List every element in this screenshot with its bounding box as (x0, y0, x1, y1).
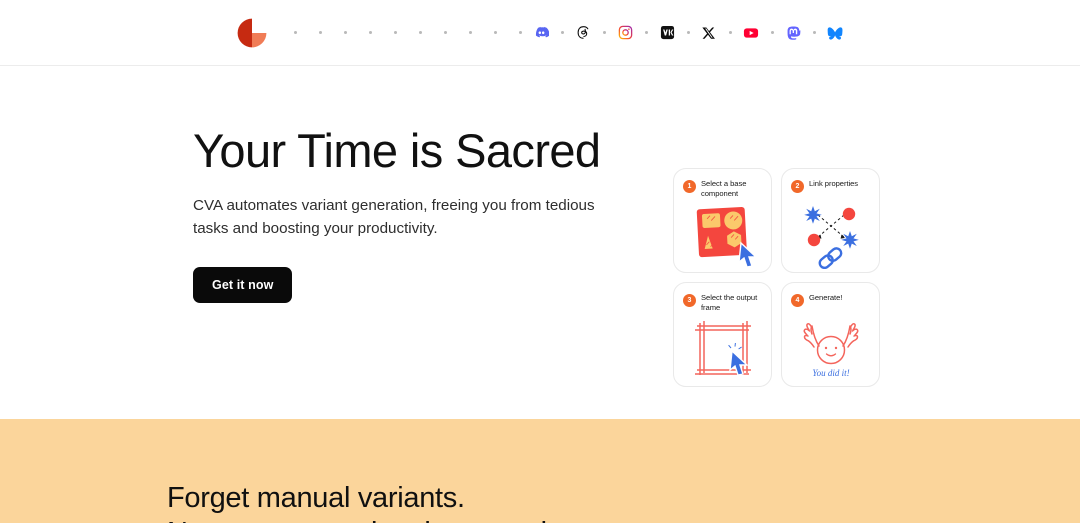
link-properties-art (782, 202, 879, 269)
output-frame-art (674, 316, 771, 382)
step-card-header: 4 Generate! (782, 283, 879, 307)
discord-icon[interactable] (533, 24, 550, 41)
nav-separator-dot (418, 31, 422, 34)
nav-separator-dot (770, 31, 774, 34)
mastodon-icon[interactable] (785, 24, 802, 41)
step-number-badge: 1 (683, 180, 696, 193)
step-card-2[interactable]: 2 Link properties (781, 168, 880, 273)
nav-separator-dot (644, 31, 648, 34)
nav-separator-dot (468, 31, 472, 34)
nav-separator-dot (560, 31, 564, 34)
hero-subtitle: CVA automates variant generation, freein… (193, 196, 595, 237)
step-number-badge: 2 (791, 180, 804, 193)
vk-icon[interactable] (659, 24, 676, 41)
step-number-badge: 4 (791, 294, 804, 307)
site-header (0, 0, 1080, 66)
step-number-badge: 3 (683, 294, 696, 307)
instagram-icon[interactable] (617, 24, 634, 41)
threads-icon[interactable] (575, 24, 592, 41)
step-card-4[interactable]: 4 Generate! You did it! (781, 282, 880, 387)
band-heading-line-1: Forget manual variants. (167, 482, 465, 514)
value-prop-band: Forget manual variants. No more manual v… (0, 419, 1080, 523)
get-it-now-button[interactable]: Get it now (193, 266, 293, 303)
step-card-header: 1 Select a base component (674, 169, 771, 199)
base-component-art (674, 202, 771, 268)
generate-art: You did it! (782, 316, 879, 382)
x-twitter-icon[interactable] (701, 24, 718, 41)
hero-section: Your Time is Sacred CVA automates varian… (0, 66, 1080, 419)
cva-logo[interactable] (237, 18, 267, 48)
step-card-label: Select the output frame (701, 293, 758, 313)
steps-card-grid: 1 Select a base component 2 Link propert… (673, 168, 880, 387)
step-card-label: Select a base component (701, 179, 747, 199)
step-card-header: 2 Link properties (782, 169, 879, 193)
step-card-header: 3 Select the output frame (674, 283, 771, 313)
youtube-icon[interactable] (743, 24, 760, 41)
step-card-3[interactable]: 3 Select the output frame (673, 282, 772, 387)
nav-separator-dot (368, 31, 372, 34)
band-heading-line-2: No more manual variant creation (167, 516, 579, 523)
nav-separator-dot (812, 31, 816, 34)
step-card-label: Link properties (809, 179, 859, 188)
bluesky-icon[interactable] (827, 24, 844, 41)
header-nav-strip (237, 18, 844, 48)
step-card-1[interactable]: 1 Select a base component (673, 168, 772, 273)
nav-separator-dot (318, 31, 322, 34)
step-card-label: Generate! (809, 293, 843, 302)
nav-separator-dot (393, 31, 397, 34)
nav-separator-dot (728, 31, 732, 34)
page-title: Your Time is Sacred (193, 124, 601, 177)
nav-separator-dot (343, 31, 347, 34)
nav-separator-dot (602, 31, 606, 34)
generate-caption: You did it! (812, 368, 849, 378)
nav-separator-dot (293, 31, 297, 34)
band-heading: Forget manual variants. No more manual v… (167, 481, 579, 523)
nav-separator-dot (686, 31, 690, 34)
nav-separator-dot (493, 31, 497, 34)
hero-copy-block: Your Time is Sacred CVA automates varian… (193, 124, 633, 303)
nav-separator-dot (443, 31, 447, 34)
nav-separator-dot (518, 31, 522, 34)
